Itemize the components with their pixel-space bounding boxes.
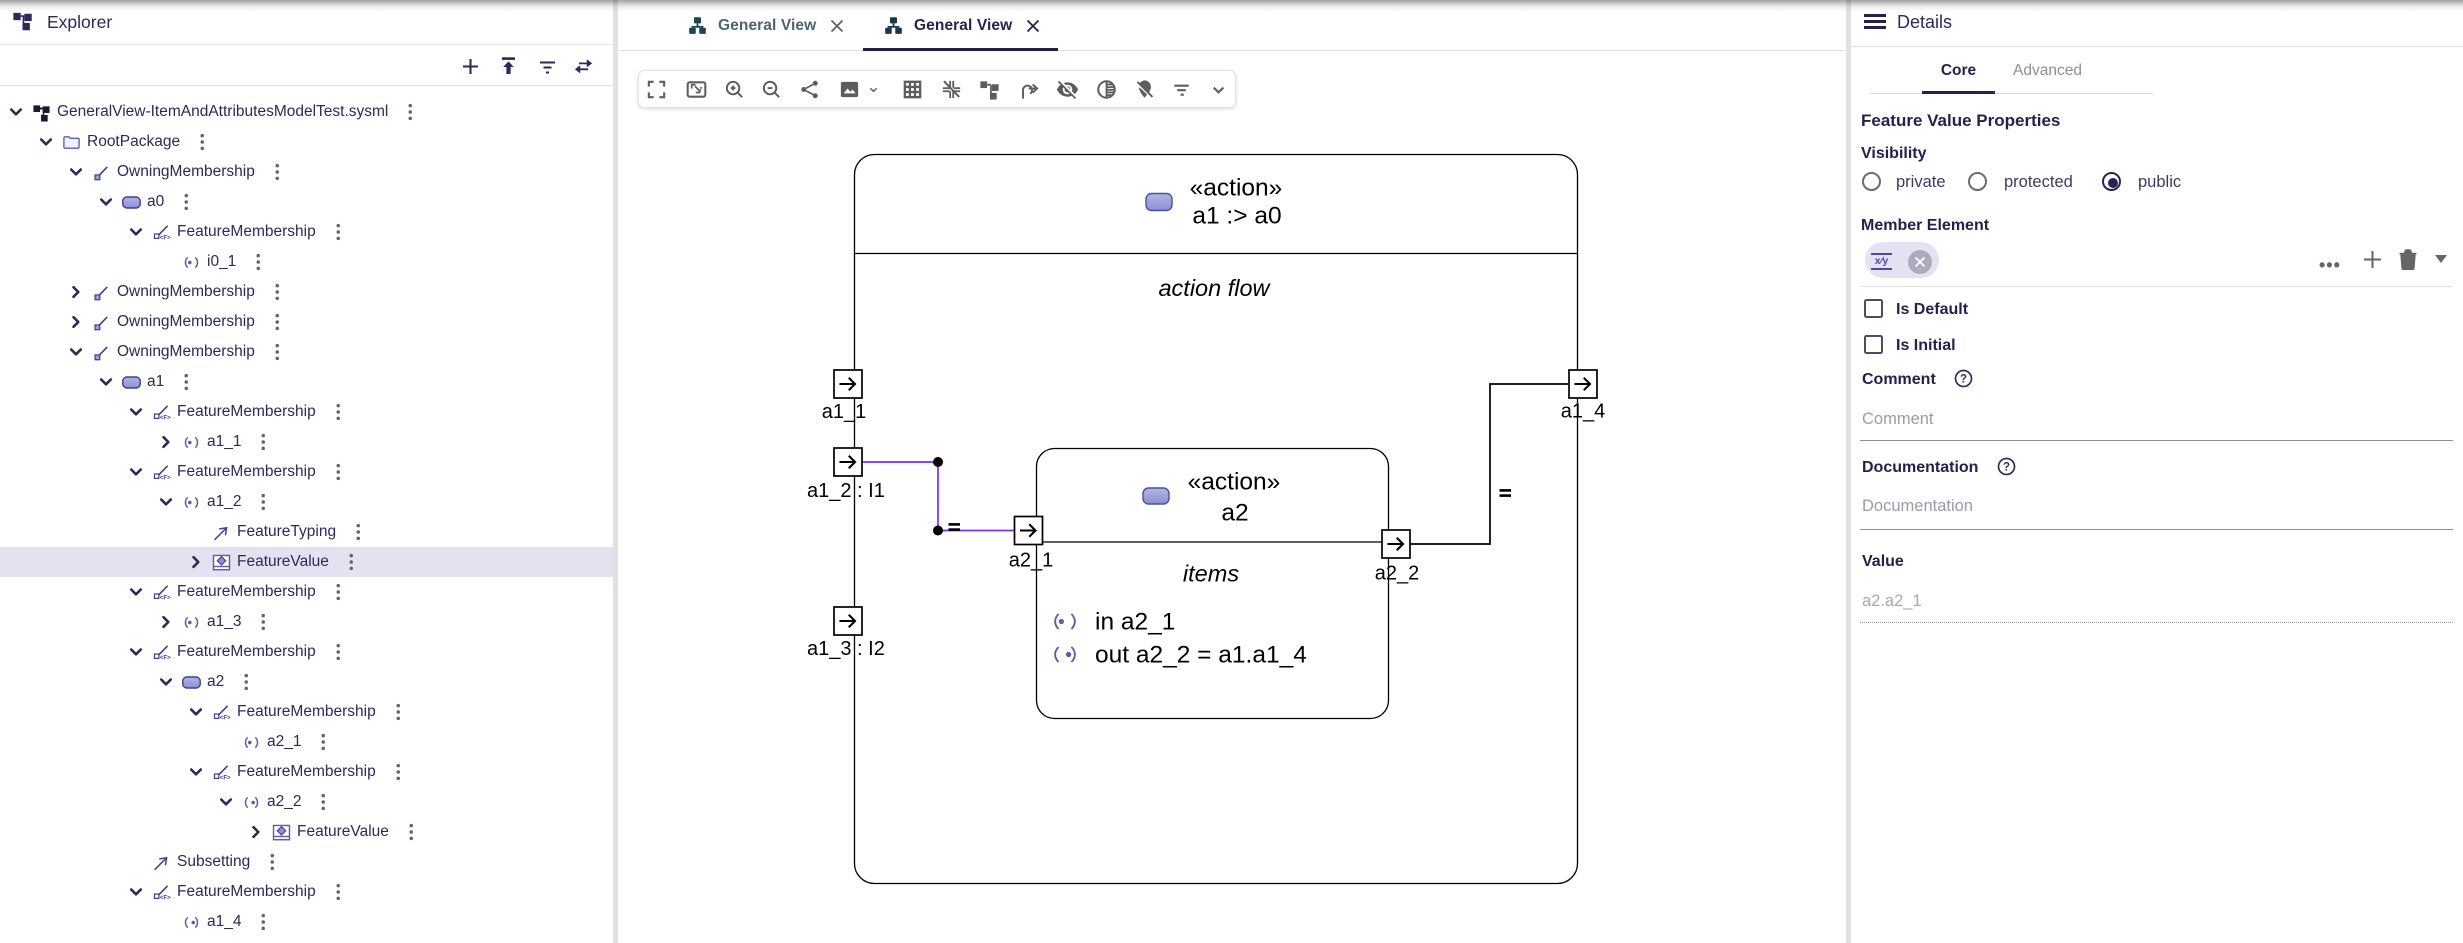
svg-text:?: ? (1960, 374, 1967, 386)
svg-text:˂F˃: ˂F˃ (220, 774, 231, 781)
svg-text:˂F˃: ˂F˃ (160, 474, 171, 481)
svg-text:˂F˃: ˂F˃ (160, 414, 171, 421)
svg-text:˂F˃: ˂F˃ (220, 714, 231, 721)
svg-text:˂F˃: ˂F˃ (160, 894, 171, 901)
svg-text:?: ? (2003, 462, 2010, 474)
svg-text:˂F˃: ˂F˃ (160, 234, 171, 241)
svg-text:˂F˃: ˂F˃ (160, 654, 171, 661)
svg-text:˂F˃: ˂F˃ (160, 594, 171, 601)
